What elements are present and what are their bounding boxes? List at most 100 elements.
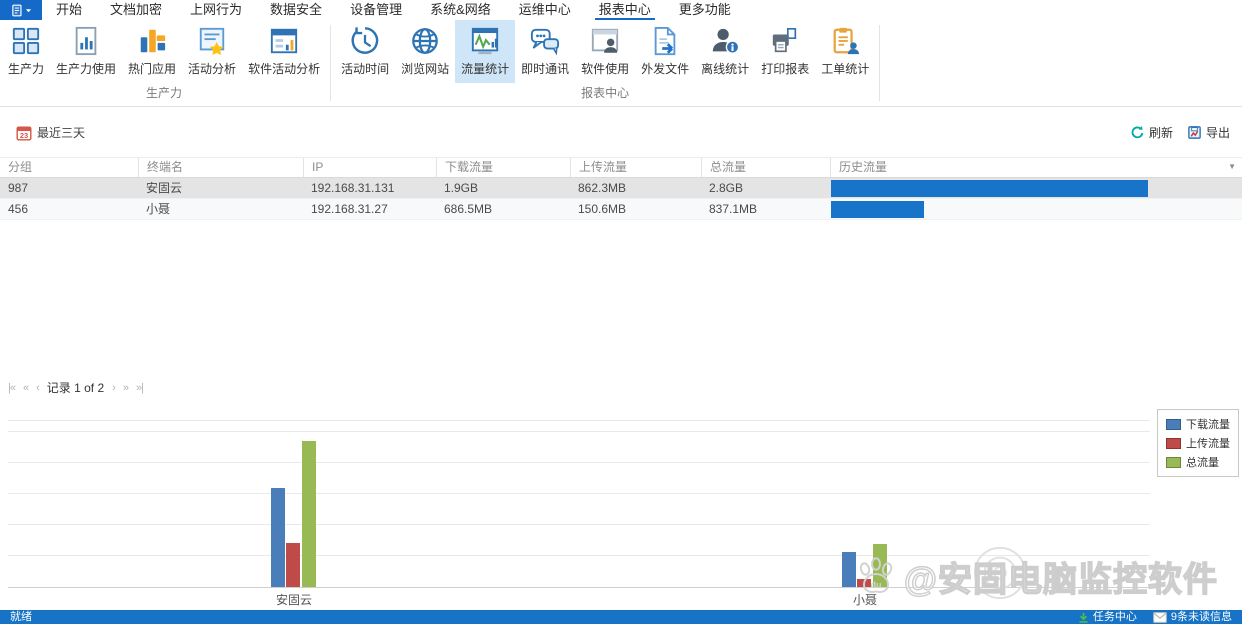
ribbon-button-clipboard-user[interactable]: 工单统计 [815, 20, 875, 83]
hot-apps-bars-icon [137, 26, 167, 56]
ribbon-button-globe[interactable]: 浏览网站 [395, 20, 455, 83]
column-header-3[interactable]: IP [303, 158, 436, 177]
history-traffic-bar [831, 180, 1148, 197]
menu-tab-2[interactable]: 文档加密 [96, 0, 176, 20]
export-button[interactable]: 导出 [1187, 124, 1230, 141]
ribbon-button-label: 生产力 [8, 62, 45, 76]
ribbon-button-chat-bubbles[interactable]: 即时通讯 [515, 20, 575, 83]
history-traffic-bar [831, 201, 924, 218]
mail-icon [1152, 611, 1167, 623]
ribbon-button-label: 活动时间 [341, 62, 390, 76]
cell-terminal: 安固云 [146, 181, 183, 195]
ribbon-group-2: 活动时间 浏览网站 流量统计 即时通讯 软件使用 外发文件 离线统计 打印报表 工单统计报表中心 [333, 20, 877, 106]
ribbon-button-hot-apps-bars[interactable]: 热门应用 [122, 20, 182, 83]
chart-legend: 下载流量 上传流量 总流量 [1157, 409, 1239, 477]
traffic-chart-icon [470, 26, 500, 56]
ribbon-group-label: 报表中心 [581, 86, 630, 100]
window-chart-icon [269, 26, 299, 56]
cell-group: 987 [8, 181, 29, 195]
clock-history-icon [350, 26, 380, 56]
traffic-bar-chart: 安固云 小聂 下载流量 上传流量 总流量 [0, 398, 1242, 610]
ribbon-group-1: 生产力 生产力使用 热门应用 活动分析 软件活动分析 生产力 [0, 20, 328, 106]
notebook-icon [10, 4, 23, 17]
column-header-7[interactable]: 历史流量 [830, 158, 1242, 177]
menu-tabs: 开始 文档加密 上网行为 数据安全 设备管理 系统&网络 运维中心 报表中心 更多功能 [42, 0, 745, 20]
pagination-last-button[interactable]: »| [136, 382, 144, 394]
column-header-6[interactable]: 总流量 [701, 158, 830, 177]
ribbon-button-document-star[interactable]: 活动分析 [182, 20, 242, 83]
table-row[interactable]: 987 安固云 192.168.31.131 1.9GB 862.3MB 2.8GB [0, 178, 1242, 199]
menu-tab-3[interactable]: 上网行为 [176, 0, 256, 20]
menu-tab-7[interactable]: 运维中心 [505, 0, 585, 20]
chart-category-label: 安固云 [275, 593, 312, 607]
globe-icon [410, 26, 440, 56]
status-item-mail[interactable]: 9条未读信息 [1152, 610, 1232, 624]
pagination-next-page-button[interactable]: » [123, 382, 129, 394]
column-header-2[interactable]: 终端名 [138, 158, 303, 177]
menu-tab-6[interactable]: 系统&网络 [416, 0, 505, 20]
app-menu-button[interactable] [0, 0, 42, 20]
cell-download: 1.9GB [444, 181, 479, 195]
ribbon-button-printer[interactable]: 打印报表 [755, 20, 815, 83]
chart-bar [302, 441, 316, 587]
ribbon-button-window-chart[interactable]: 软件活动分析 [242, 20, 326, 83]
chart-gridline [8, 555, 1150, 556]
status-item-download-arrow[interactable]: 任务中心 [1078, 610, 1137, 624]
ribbon-separator [330, 25, 332, 101]
caret-down-icon [25, 7, 32, 14]
legend-label: 总流量 [1186, 457, 1219, 469]
pagination-prev-page-button[interactable]: « [23, 382, 29, 394]
cell-download: 686.5MB [444, 202, 493, 216]
svg-text:23: 23 [20, 131, 28, 140]
column-header-5[interactable]: 上传流量 [570, 158, 701, 177]
ribbon-button-label: 浏览网站 [401, 62, 450, 76]
ribbon-button-label: 打印报表 [761, 62, 810, 76]
printer-icon [770, 26, 800, 56]
ribbon-button-label: 生产力使用 [56, 62, 117, 76]
cell-terminal: 小聂 [146, 202, 171, 216]
column-chooser-arrow[interactable]: ▼ [1228, 162, 1236, 171]
refresh-button[interactable]: 刷新 [1130, 124, 1173, 141]
table-row[interactable]: 456 小聂 192.168.31.27 686.5MB 150.6MB 837.1MB [0, 199, 1242, 220]
pagination-first-button[interactable]: |« [8, 382, 16, 394]
legend-swatch [1166, 437, 1181, 449]
ribbon-button-document-arrow[interactable]: 外发文件 [635, 20, 695, 83]
download-arrow-icon [1078, 612, 1089, 623]
menu-tab-8[interactable]: 报表中心 [585, 0, 665, 20]
ribbon-button-label: 热门应用 [128, 62, 177, 76]
chart-bar [857, 579, 871, 587]
ribbon-button-clock-history[interactable]: 活动时间 [335, 20, 395, 83]
ribbon-button-document-chart[interactable]: 生产力使用 [50, 20, 122, 83]
cell-history [830, 178, 1242, 198]
filter-toolbar: 23 最近三天 刷新 导出 [0, 108, 1242, 157]
status-item-label: 9条未读信息 [1170, 611, 1232, 623]
ribbon-button-traffic-chart[interactable]: 流量统计 [455, 20, 516, 83]
ribbon-button-label: 流量统计 [461, 62, 510, 76]
column-header-4[interactable]: 下载流量 [436, 158, 570, 177]
ribbon-button-user-info[interactable]: 离线统计 [695, 20, 755, 83]
ribbon-group-label: 生产力 [146, 86, 183, 100]
ribbon-button-label: 活动分析 [188, 62, 237, 76]
date-range-filter[interactable]: 23 最近三天 [16, 124, 85, 141]
pagination-next-button[interactable]: › [112, 382, 116, 394]
export-label: 导出 [1205, 126, 1230, 140]
chart-category-label: 小聂 [852, 593, 877, 607]
pagination-prev-button[interactable]: ‹ [36, 382, 40, 394]
legend-item: 总流量 [1166, 454, 1230, 470]
document-chart-icon [71, 26, 101, 56]
window-user-icon [590, 26, 620, 56]
ribbon-button-window-user[interactable]: 软件使用 [575, 20, 635, 83]
ribbon-button-app-grid[interactable]: 生产力 [2, 20, 50, 83]
app-grid-icon [11, 26, 41, 56]
ribbon-button-label: 工单统计 [821, 62, 870, 76]
menu-tab-9[interactable]: 更多功能 [665, 0, 745, 20]
menu-tab-1[interactable]: 开始 [42, 0, 96, 20]
menu-tab-4[interactable]: 数据安全 [256, 0, 336, 20]
ribbon-button-label: 外发文件 [641, 62, 690, 76]
chart-bar [842, 552, 856, 587]
table-body: 987 安固云 192.168.31.131 1.9GB 862.3MB 2.8GB 456… [0, 178, 1242, 220]
cell-group: 456 [8, 202, 29, 216]
menu-tab-5[interactable]: 设备管理 [336, 0, 416, 20]
legend-label: 上传流量 [1186, 438, 1230, 450]
column-header-1[interactable]: 分组 [0, 158, 138, 177]
